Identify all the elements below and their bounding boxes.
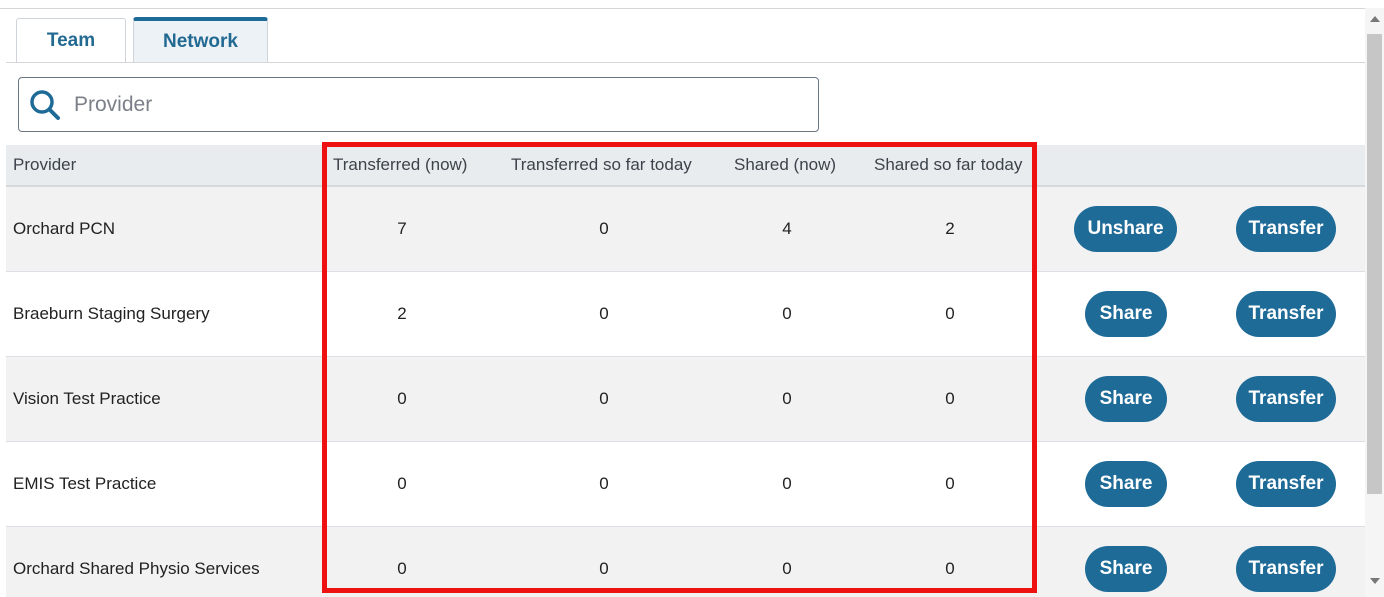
shared-today-value: 0 xyxy=(945,474,955,493)
search-input[interactable] xyxy=(74,92,774,117)
provider-table: Provider Transferred (now) Transferred s… xyxy=(6,145,1365,597)
header-shared-today[interactable]: Shared so far today xyxy=(874,155,1022,175)
scroll-thumb[interactable] xyxy=(1367,34,1382,494)
shared-now-value: 0 xyxy=(782,474,792,493)
transfer-button[interactable]: Transfer xyxy=(1236,546,1336,592)
transferred-now-value: 0 xyxy=(397,559,407,578)
transfer-button[interactable]: Transfer xyxy=(1236,376,1336,422)
scroll-down-arrow-icon[interactable] xyxy=(1370,578,1380,584)
table-row: Vision Test Practice 0 0 0 0 Share Trans… xyxy=(6,357,1365,442)
shared-today-value: 2 xyxy=(945,219,955,238)
shared-now-value: 0 xyxy=(782,389,792,408)
share-button[interactable]: Share xyxy=(1085,291,1167,337)
scroll-up-arrow-icon[interactable] xyxy=(1370,16,1380,22)
provider-name: Orchard Shared Physio Services xyxy=(13,559,260,578)
table-row: EMIS Test Practice 0 0 0 0 Share Transfe… xyxy=(6,442,1365,527)
provider-name: EMIS Test Practice xyxy=(13,474,157,493)
header-transferred-today[interactable]: Transferred so far today xyxy=(511,155,692,175)
provider-search[interactable] xyxy=(18,77,819,132)
transferred-today-value: 0 xyxy=(599,559,609,578)
header-shared-now[interactable]: Shared (now) xyxy=(734,155,836,175)
unshare-button[interactable]: Unshare xyxy=(1074,206,1177,252)
share-button[interactable]: Share xyxy=(1085,461,1167,507)
search-icon xyxy=(30,89,60,120)
shared-today-value: 0 xyxy=(945,389,955,408)
transfer-button[interactable]: Transfer xyxy=(1236,461,1336,507)
tab-network[interactable]: Network xyxy=(133,17,268,63)
transferred-today-value: 0 xyxy=(599,304,609,323)
transferred-now-value: 0 xyxy=(397,474,407,493)
transferred-now-value: 7 xyxy=(397,219,407,238)
table-row: Braeburn Staging Surgery 2 0 0 0 Share T… xyxy=(6,272,1365,357)
transferred-today-value: 0 xyxy=(599,219,609,238)
provider-name: Braeburn Staging Surgery xyxy=(13,304,210,323)
tab-team[interactable]: Team xyxy=(16,18,126,63)
tabbar-divider xyxy=(6,62,1365,63)
shared-now-value: 0 xyxy=(782,559,792,578)
shared-now-value: 4 xyxy=(782,219,792,238)
share-button[interactable]: Share xyxy=(1085,546,1167,592)
header-provider[interactable]: Provider xyxy=(13,155,76,175)
provider-name: Orchard PCN xyxy=(13,219,116,238)
vertical-scrollbar[interactable] xyxy=(1365,8,1384,597)
shared-now-value: 0 xyxy=(782,304,792,323)
transfer-button[interactable]: Transfer xyxy=(1236,206,1336,252)
provider-name: Vision Test Practice xyxy=(13,389,161,408)
transferred-today-value: 0 xyxy=(599,389,609,408)
shared-today-value: 0 xyxy=(945,559,955,578)
transferred-now-value: 0 xyxy=(397,389,407,408)
table-header: Provider Transferred (now) Transferred s… xyxy=(6,145,1365,187)
transferred-today-value: 0 xyxy=(599,474,609,493)
shared-today-value: 0 xyxy=(945,304,955,323)
table-row: Orchard Shared Physio Services 0 0 0 0 S… xyxy=(6,527,1365,597)
header-transferred-now[interactable]: Transferred (now) xyxy=(333,155,467,175)
transferred-now-value: 2 xyxy=(397,304,407,323)
table-row: Orchard PCN 7 0 4 2 Unshare Transfer xyxy=(6,187,1365,272)
share-button[interactable]: Share xyxy=(1085,376,1167,422)
transfer-button[interactable]: Transfer xyxy=(1236,291,1336,337)
top-divider xyxy=(0,8,1365,9)
